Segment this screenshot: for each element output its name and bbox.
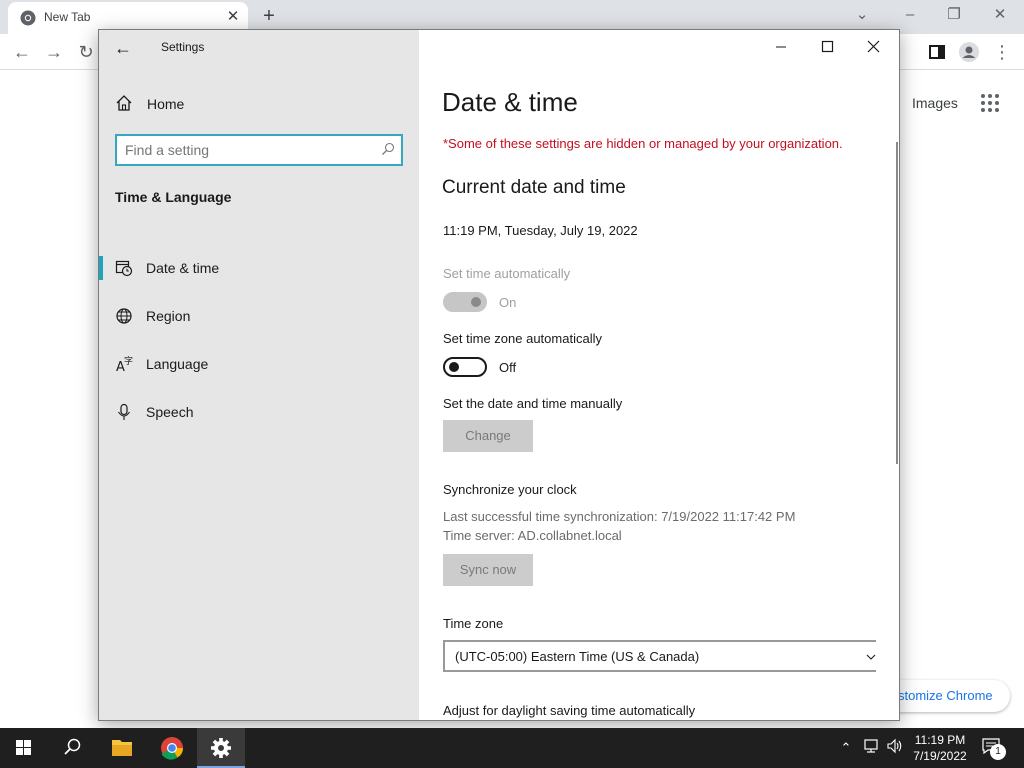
set-timezone-auto-label: Set time zone automatically xyxy=(443,331,602,346)
home-icon xyxy=(116,95,132,111)
taskbar: ⌃ 11:19 PM 7/19/2022 1 xyxy=(0,728,1024,768)
language-icon: A 字 xyxy=(116,355,133,373)
change-button[interactable]: Change xyxy=(443,420,533,452)
search-box xyxy=(115,134,403,166)
home-label: Home xyxy=(147,96,185,112)
sync-clock-heading: Synchronize your clock xyxy=(443,482,577,497)
last-sync-text: Last successful time synchronization: 7/… xyxy=(443,509,796,524)
time-server-text: Time server: AD.collabnet.local xyxy=(443,528,622,543)
current-date-time-heading: Current date and time xyxy=(442,177,626,198)
browser-minimize-icon[interactable]: – xyxy=(896,4,924,26)
side-panel-icon[interactable] xyxy=(925,40,949,64)
new-tab-button[interactable]: + xyxy=(258,5,280,27)
nav-item-region[interactable]: Region xyxy=(99,299,419,333)
customize-chrome-label: stomize Chrome xyxy=(898,688,993,703)
set-time-auto-state: On xyxy=(499,295,517,310)
settings-content-pane: Date & time *Some of these settings are … xyxy=(419,30,899,720)
toggle-knob xyxy=(449,362,459,372)
folder-icon xyxy=(112,740,132,756)
browser-menu-icon[interactable]: ⋮ xyxy=(990,40,1014,64)
start-button[interactable] xyxy=(0,728,48,768)
volume-icon[interactable] xyxy=(885,738,905,758)
calendar-clock-icon xyxy=(115,260,133,277)
nav-item-label: Speech xyxy=(146,404,194,420)
search-button[interactable] xyxy=(48,728,96,768)
set-timezone-auto-state: Off xyxy=(499,360,517,375)
nav-home[interactable]: Home xyxy=(99,90,419,118)
settings-nav-pane: ← Settings Home Time & Language xyxy=(99,30,419,720)
close-icon[interactable] xyxy=(855,34,891,58)
chrome-taskbar-button[interactable] xyxy=(148,728,196,768)
chrome-logo-icon xyxy=(20,10,36,26)
nav-item-label: Region xyxy=(146,308,191,324)
notification-center-icon[interactable]: 1 xyxy=(982,738,1006,760)
notification-badge: 1 xyxy=(990,744,1006,760)
toggle-knob xyxy=(471,297,481,307)
window-title: Settings xyxy=(161,40,205,54)
time-zone-value: (UTC-05:00) Eastern Time (US & Canada) xyxy=(455,649,700,664)
set-time-auto-toggle xyxy=(443,292,487,312)
globe-icon xyxy=(116,308,132,324)
active-indicator xyxy=(99,256,103,280)
find-setting-input[interactable] xyxy=(125,141,375,159)
page-title: Date & time xyxy=(442,87,578,117)
microphone-icon xyxy=(118,403,130,420)
settings-taskbar-button[interactable] xyxy=(197,728,245,768)
nav-item-speech[interactable]: Speech xyxy=(99,395,419,429)
browser-close-icon[interactable]: ✕ xyxy=(986,4,1014,26)
search-icon xyxy=(64,738,81,755)
gear-icon xyxy=(211,738,231,758)
nav-item-date-time[interactable]: Date & time xyxy=(99,251,419,285)
chevron-up-icon[interactable]: ⌃ xyxy=(836,738,856,758)
chevron-down-icon xyxy=(866,654,876,660)
clock-date: 7/19/2022 xyxy=(913,749,967,763)
nav-item-language[interactable]: A 字 Language xyxy=(99,347,419,381)
nav-section-heading: Time & Language xyxy=(115,189,232,205)
file-explorer-button[interactable] xyxy=(98,728,146,768)
current-date-time-value: 11:19 PM, Tuesday, July 19, 2022 xyxy=(443,223,638,238)
managed-notice: *Some of these settings are hidden or ma… xyxy=(443,136,843,151)
search-icon[interactable] xyxy=(381,142,395,156)
taskbar-clock[interactable]: 11:19 PM 7/19/2022 xyxy=(904,732,976,764)
nav-item-label: Date & time xyxy=(146,260,220,276)
dst-label: Adjust for daylight saving time automati… xyxy=(443,703,696,718)
minimize-icon[interactable] xyxy=(763,34,799,58)
set-time-auto-label: Set time automatically xyxy=(443,266,571,281)
windows-logo-icon xyxy=(16,740,31,755)
maximize-icon[interactable] xyxy=(809,34,845,58)
svg-text:字: 字 xyxy=(124,355,133,367)
tab-close-icon[interactable]: ✕ xyxy=(224,8,242,26)
chrome-logo-icon xyxy=(161,737,183,760)
back-arrow-icon[interactable]: ← xyxy=(10,40,34,64)
apps-grid-icon[interactable] xyxy=(981,94,999,112)
scrollbar[interactable] xyxy=(896,142,898,464)
network-icon[interactable] xyxy=(861,738,881,758)
images-link[interactable]: Images xyxy=(912,95,958,111)
clock-time: 11:19 PM xyxy=(914,733,966,747)
time-zone-label: Time zone xyxy=(443,616,504,631)
forward-arrow-icon[interactable]: → xyxy=(42,40,66,64)
profile-avatar-icon[interactable] xyxy=(957,40,981,64)
back-arrow-icon[interactable]: ← xyxy=(111,36,135,60)
nav-item-label: Language xyxy=(146,356,209,372)
manual-date-time-label: Set the date and time manually xyxy=(443,396,623,411)
browser-restore-icon[interactable]: ❐ xyxy=(940,4,968,26)
set-timezone-auto-toggle[interactable] xyxy=(443,357,487,377)
tab-title: New Tab xyxy=(44,10,91,24)
sync-now-button[interactable]: Sync now xyxy=(443,554,533,586)
tab-search-icon[interactable]: ⌄ xyxy=(848,4,876,26)
reload-icon[interactable]: ↻ xyxy=(74,40,98,64)
time-zone-dropdown[interactable]: (UTC-05:00) Eastern Time (US & Canada) xyxy=(443,640,876,672)
settings-window: ← Settings Home Time & Language xyxy=(98,29,900,721)
